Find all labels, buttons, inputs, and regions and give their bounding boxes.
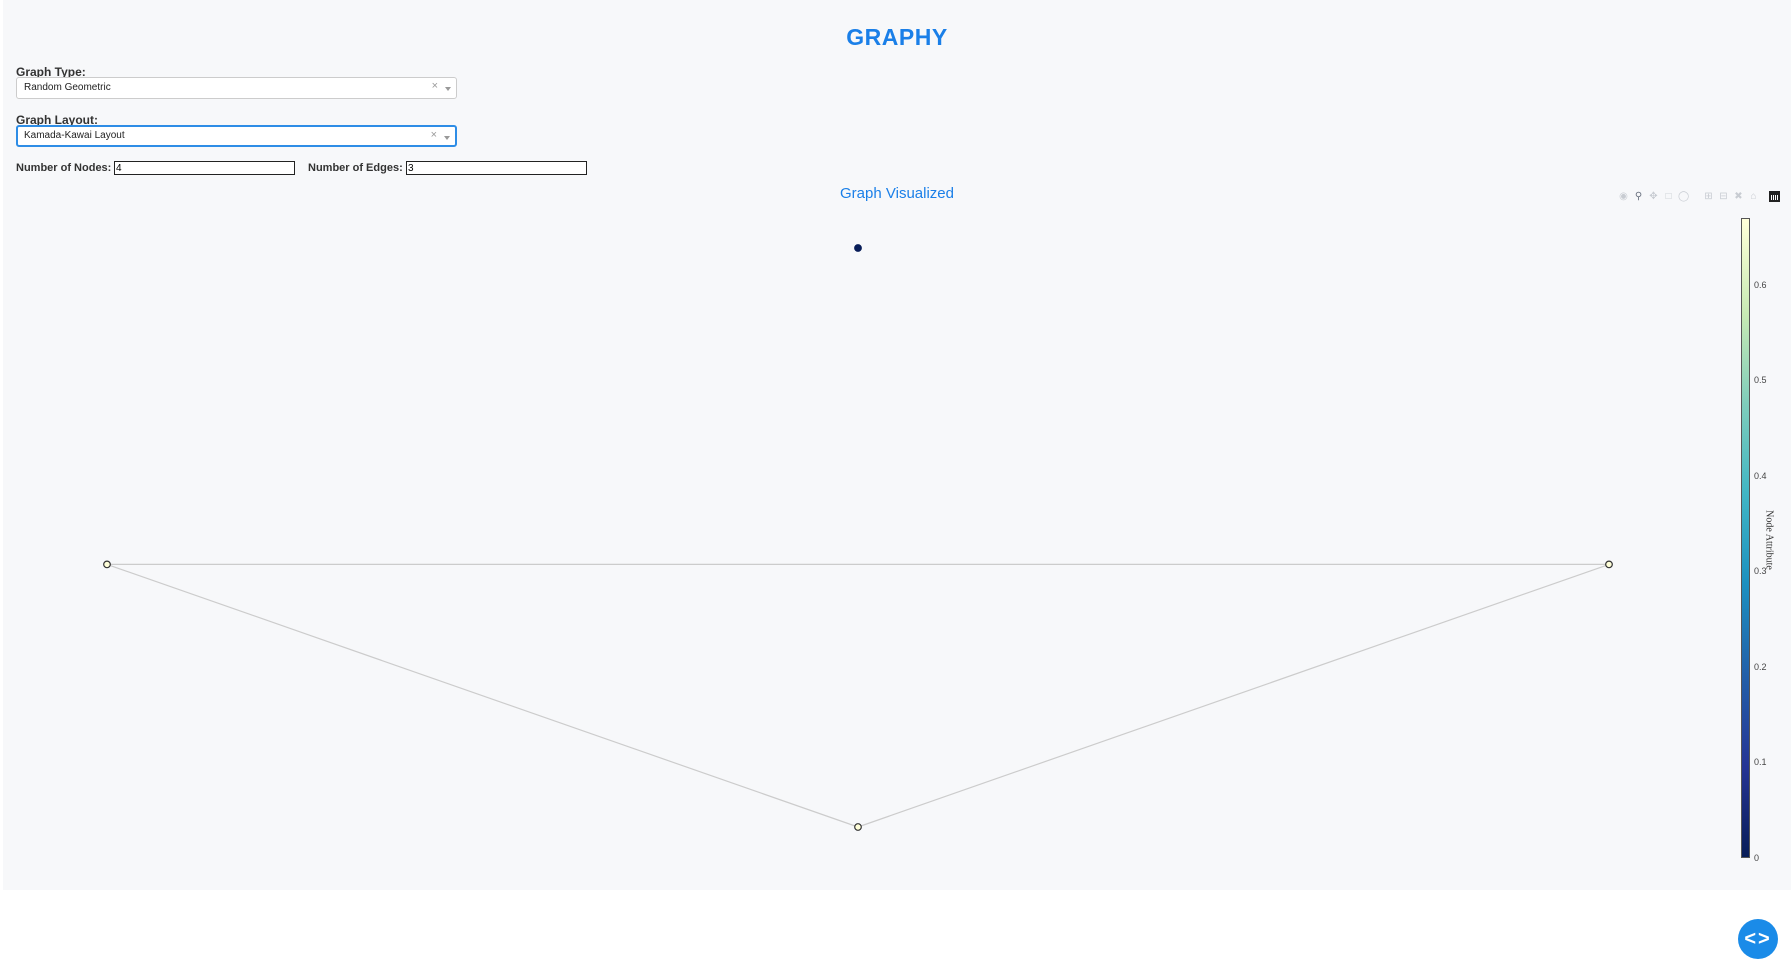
colorbar bbox=[1741, 218, 1750, 858]
code-toggle-button[interactable]: <> bbox=[1738, 919, 1778, 959]
colorbar-tick-label: 0.6 bbox=[1754, 279, 1767, 290]
edges-layer bbox=[106, 563, 1610, 828]
graph-edge-1-3 bbox=[106, 563, 859, 828]
nodes-layer bbox=[103, 244, 1613, 831]
code-icon: <> bbox=[1744, 927, 1772, 950]
graph-node-0[interactable] bbox=[854, 244, 862, 252]
graph-plot[interactable] bbox=[3, 0, 1791, 890]
colorbar-tick-label: 0.2 bbox=[1754, 661, 1767, 672]
app-container: GRAPHY Graph Type: Random Geometric × Gr… bbox=[3, 0, 1791, 890]
graph-node-1[interactable] bbox=[103, 560, 111, 569]
colorbar-title: Node Attribute bbox=[1763, 510, 1775, 570]
colorbar-tick-label: 0 bbox=[1754, 853, 1760, 863]
graph-edge-2-3 bbox=[857, 563, 1610, 828]
colorbar-tick-label: 0.4 bbox=[1754, 470, 1767, 481]
colorbar-tick-label: 0.1 bbox=[1754, 757, 1767, 768]
graph-node-3[interactable] bbox=[854, 823, 862, 831]
colorbar-tick-label: 0.5 bbox=[1754, 375, 1767, 386]
graph-node-2[interactable] bbox=[1605, 560, 1613, 569]
